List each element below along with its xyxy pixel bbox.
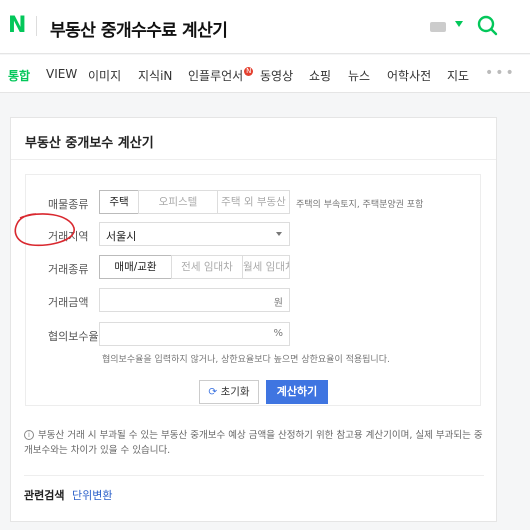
fee-rate-unit: % [273,328,283,339]
amount-label: 거래금액 [48,296,89,309]
related-divider [24,475,484,476]
title-divider [11,159,496,160]
tab-dictionary[interactable]: 어학사전 [387,67,431,84]
deal-type-label: 거래종류 [48,263,89,276]
property-type-officetel[interactable]: 오피스텔 [138,190,218,214]
tab-shopping[interactable]: 쇼핑 [309,67,331,84]
search-icon[interactable] [476,14,498,36]
region-select[interactable]: 서울시 [99,222,290,246]
property-type-other[interactable]: 주택 외 부동산 [217,190,290,214]
header-divider [36,16,37,36]
calculator-card: 부동산 중개보수 계산기 매물종류 주택 오피스텔 주택 외 부동산 주택의 부… [10,117,497,522]
property-type-house[interactable]: 주택 [99,190,139,214]
amount-unit: 원 [273,298,283,309]
chevron-down-icon [276,232,282,236]
search-query[interactable]: 부동산 중개수수료 계산기 [50,16,228,41]
tab-all[interactable]: 통합 [8,67,30,84]
tab-video[interactable]: 동영상 [260,67,293,84]
calculator-form: 매물종류 주택 오피스텔 주택 외 부동산 주택의 부속토지, 주택분양권 포함… [25,174,481,406]
fee-rate-label: 협의보수율 [48,330,99,343]
search-tabs: 통합 VIEW 이미지 지식iN 인플루언서 N 동영상 쇼핑 뉴스 어학사전 지… [0,55,530,93]
tab-influencer[interactable]: 인플루언서 N [188,67,254,84]
deal-type-jeonse[interactable]: 전세 임대차 [171,255,243,279]
keyboard-icon[interactable] [430,22,446,32]
calculate-button[interactable]: 계산하기 [266,380,328,404]
reset-button[interactable]: ⟳ 초기화 [199,380,259,404]
region-value: 서울시 [106,230,137,243]
tab-news[interactable]: 뉴스 [348,67,370,84]
property-type-hint: 주택의 부속토지, 주택분양권 포함 [296,200,424,210]
disclaimer-note: 부동산 거래 시 부과될 수 있는 부동산 중개보수 예상 금액을 산정하기 위… [24,430,483,456]
deal-type-sale[interactable]: 매매/교환 [99,255,172,279]
amount-input[interactable]: 원 [99,288,290,312]
naver-logo[interactable]: N [8,13,26,38]
related-link-unit-conversion[interactable]: 단위변환 [72,487,112,503]
tab-view[interactable]: VIEW [46,67,77,81]
tab-map[interactable]: 지도 [447,67,469,84]
fee-rate-input[interactable]: % [99,322,290,346]
calculator-title: 부동산 중개보수 계산기 [25,136,154,151]
tab-images[interactable]: 이미지 [88,67,121,84]
reset-label: 초기화 [220,386,250,398]
related-search-label: 관련검색 [24,489,65,502]
tab-kin[interactable]: 지식iN [138,67,172,84]
deal-type-monthly[interactable]: 월세 임대차 [242,255,290,279]
annotation-circle [14,213,75,247]
refresh-icon: ⟳ [208,386,218,398]
more-icon[interactable]: ••• [485,65,516,81]
chevron-down-icon[interactable] [455,21,463,27]
tab-influencer-label: 인플루언서 [188,69,244,83]
new-badge: N [244,67,254,76]
search-header: N 부동산 중개수수료 계산기 [0,0,530,54]
fee-rate-hint: 협의보수율을 입력하지 않거나, 상한요율보다 높으면 상한요율이 적용됩니다. [102,355,390,365]
